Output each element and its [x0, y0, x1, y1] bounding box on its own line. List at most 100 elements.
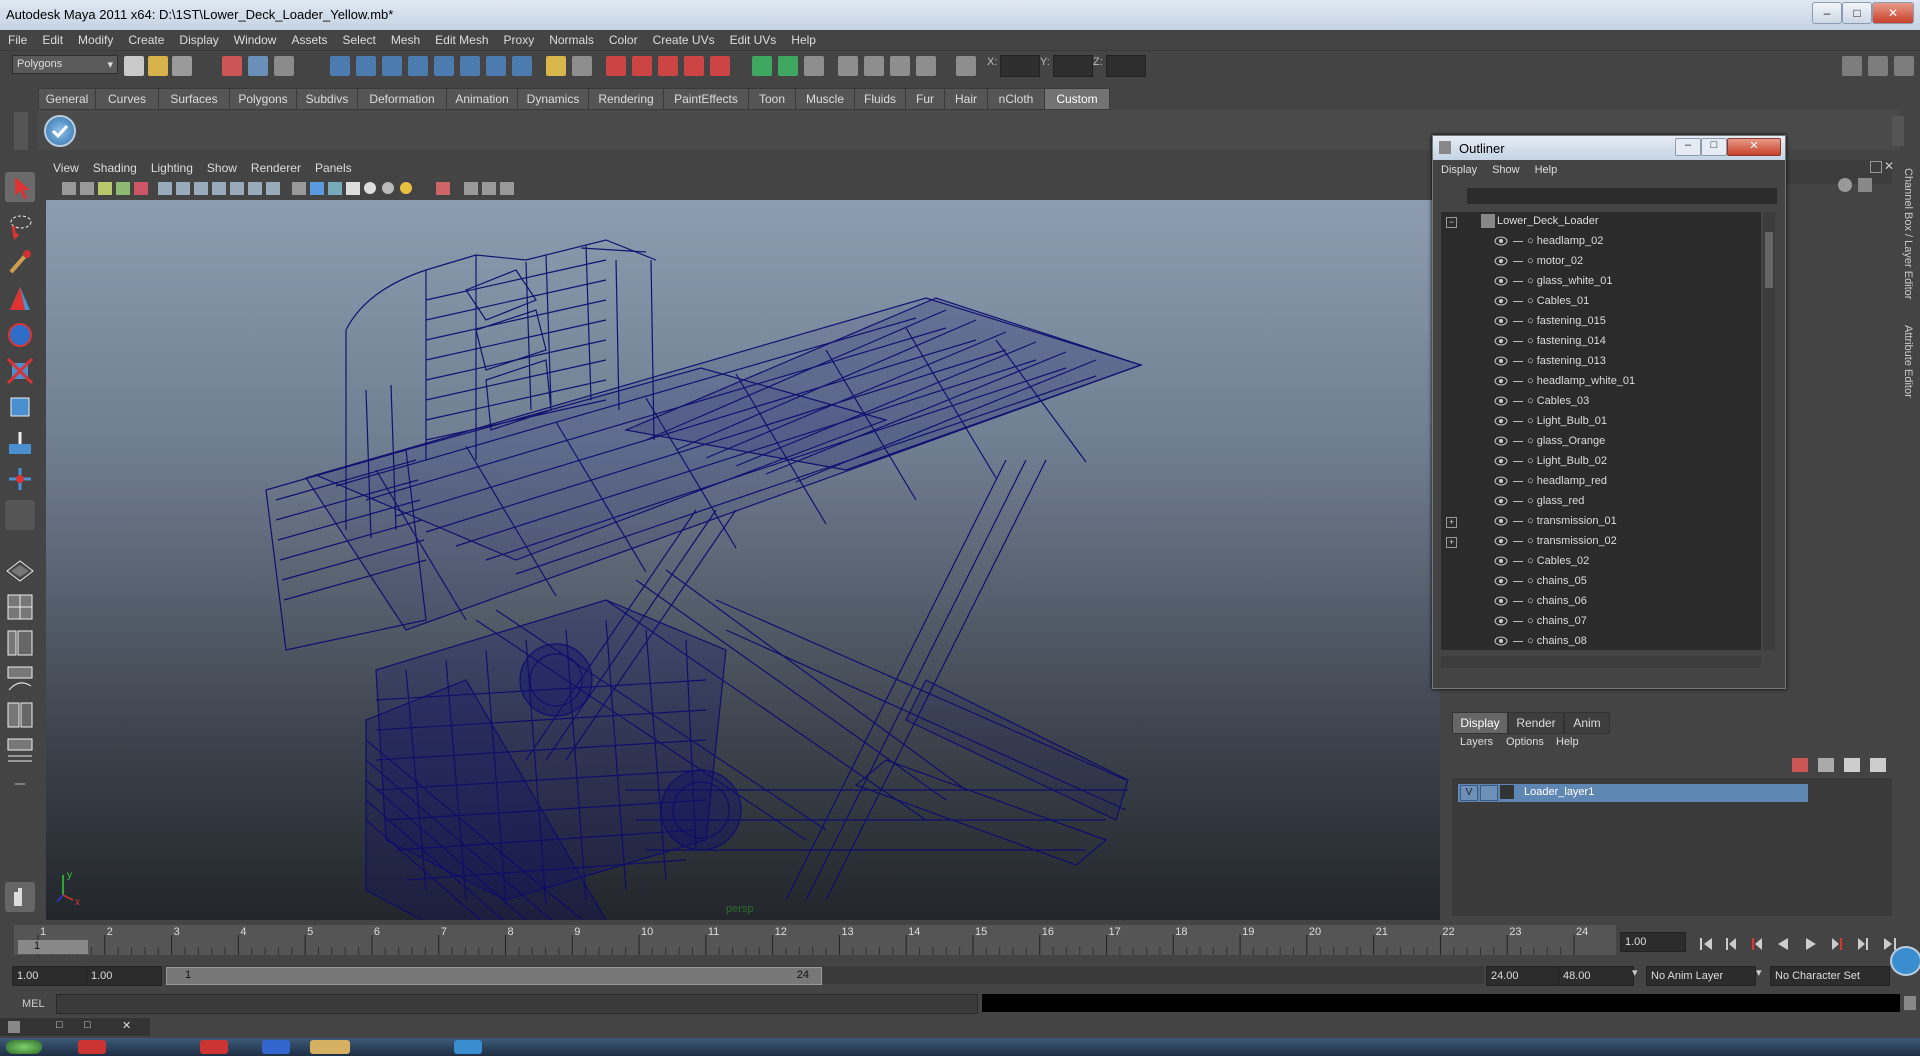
lasso-tool-icon[interactable] [5, 210, 35, 241]
pick-dynamics-icon[interactable] [460, 56, 480, 76]
snap-view-plane-icon[interactable] [684, 56, 704, 76]
tool-settings-toggle-icon[interactable] [1868, 56, 1888, 76]
outliner-item[interactable]: ○ chains_08 [1441, 632, 1761, 650]
new-scene-icon[interactable] [124, 56, 144, 76]
input-connections-icon[interactable] [752, 56, 772, 76]
viewport-menu-shading[interactable]: Shading [86, 160, 144, 175]
layer-tab-render[interactable]: Render [1508, 712, 1564, 734]
outliner-menu-help[interactable]: Help [1527, 163, 1565, 176]
construction-history-icon[interactable] [804, 56, 824, 76]
select-component-icon[interactable] [274, 56, 294, 76]
outliner-item[interactable]: ○ Light_Bulb_02 [1441, 452, 1761, 472]
layer-tab-anim[interactable]: Anim [1564, 712, 1610, 734]
outliner-item[interactable]: ○ Cables_01 [1441, 292, 1761, 312]
viewport-menu-view[interactable]: View [46, 160, 86, 175]
menu-window[interactable]: Window [226, 30, 284, 47]
pick-joints-icon[interactable] [356, 56, 376, 76]
move-layer-down-icon[interactable] [1818, 758, 1834, 772]
channel-box-sphere-icon[interactable] [1838, 178, 1852, 192]
layer-menu-help[interactable]: Help [1556, 736, 1579, 748]
ipr-render-icon[interactable] [864, 56, 884, 76]
taskbar-photoshop-icon[interactable] [262, 1040, 290, 1054]
select-tool-icon[interactable] [5, 172, 35, 202]
menu-display[interactable]: Display [171, 30, 225, 47]
pick-rendering-icon[interactable] [486, 56, 506, 76]
outliner-item[interactable]: ○ chains_06 [1441, 592, 1761, 612]
open-scene-icon[interactable] [148, 56, 168, 76]
shelf-tab-ncloth[interactable]: nCloth [987, 88, 1045, 110]
taskbar-explorer-icon[interactable] [310, 1040, 350, 1054]
maximize-button[interactable]: □ [1842, 2, 1872, 24]
layer-type-toggle[interactable] [1480, 785, 1498, 801]
menu-color[interactable]: Color [601, 30, 645, 47]
shelf-tab-toon[interactable]: Toon [748, 88, 796, 110]
menu-mesh[interactable]: Mesh [383, 30, 427, 47]
menu-normals[interactable]: Normals [541, 30, 601, 47]
render-settings-icon[interactable] [890, 56, 910, 76]
save-scene-icon[interactable] [172, 56, 192, 76]
outliner-item[interactable]: + ○ transmission_01 [1441, 512, 1761, 532]
select-object-icon[interactable] [248, 56, 268, 76]
new-layer-icon[interactable] [1844, 758, 1860, 772]
shelf-tab-polygons[interactable]: Polygons [229, 88, 297, 110]
menu-edit[interactable]: Edit [34, 30, 70, 47]
menu-file[interactable]: File [0, 30, 34, 47]
layer-tab-display[interactable]: Display [1452, 712, 1508, 734]
taskbar-browser-icon[interactable] [78, 1040, 106, 1054]
current-frame-marker[interactable] [18, 940, 88, 954]
outliner-item[interactable]: ○ headlamp_white_01 [1441, 372, 1761, 392]
minimize-button[interactable]: – [1812, 2, 1842, 24]
layout-four-pane-icon[interactable] [5, 592, 35, 622]
outliner-filter-field[interactable] [1467, 188, 1777, 204]
outliner-item[interactable]: ○ chains_07 [1441, 612, 1761, 632]
outliner-close-button[interactable]: ✕ [1727, 138, 1781, 156]
outliner-item[interactable]: ○ chains_05 [1441, 572, 1761, 592]
menu-edit-mesh[interactable]: Edit Mesh [427, 30, 495, 47]
pick-misc-icon[interactable] [512, 56, 532, 76]
help-chat-icon[interactable] [1890, 946, 1920, 976]
viewport-menu-show[interactable]: Show [200, 160, 244, 175]
last-used-tool-icon[interactable] [5, 500, 35, 530]
taskbar-skype-icon[interactable] [454, 1040, 482, 1054]
expand-icon[interactable]: + [1446, 537, 1457, 548]
expand-icon[interactable]: + [1446, 517, 1457, 528]
shelf-tab-animation[interactable]: Animation [446, 88, 518, 110]
layout-outliner-persp-icon[interactable] [5, 628, 35, 658]
outliner-item[interactable]: ○ headlamp_02 [1441, 232, 1761, 252]
collapse-icon[interactable]: − [1446, 217, 1457, 228]
script-editor-icon[interactable] [1904, 996, 1916, 1010]
render-frame-icon[interactable] [838, 56, 858, 76]
shelf-tab-hair[interactable]: Hair [944, 88, 988, 110]
perspective-viewport[interactable]: persp y x [46, 200, 1440, 920]
outliner-menu-show[interactable]: Show [1484, 163, 1527, 176]
outliner-item[interactable]: ○ Light_Bulb_01 [1441, 412, 1761, 432]
scale-tool-icon[interactable] [5, 356, 35, 386]
outliner-item[interactable]: ○ fastening_015 [1441, 312, 1761, 332]
snap-grid-icon[interactable] [606, 56, 626, 76]
attribute-editor-toggle-icon[interactable] [1842, 56, 1862, 76]
layout-persp-trax-icon[interactable] [5, 736, 35, 766]
universal-manipulator-icon[interactable] [5, 392, 35, 422]
menu-create[interactable]: Create [120, 30, 171, 47]
command-language-label[interactable]: MEL [22, 998, 45, 1010]
layer-color-swatch[interactable] [1500, 785, 1514, 799]
shelf-tab-custom[interactable]: Custom [1044, 88, 1110, 110]
outliner-item[interactable]: ○ fastening_013 [1441, 352, 1761, 372]
select-hierarchy-icon[interactable] [222, 56, 242, 76]
range-slider-handle[interactable]: 1 24 [166, 967, 822, 985]
move-tool-icon[interactable] [5, 284, 35, 314]
pick-deformations-icon[interactable] [434, 56, 454, 76]
z-field[interactable] [1106, 55, 1146, 77]
paint-select-tool-icon[interactable] [5, 248, 35, 278]
mode-dropdown[interactable]: Polygons ▾ [12, 55, 118, 74]
pick-mask-icon[interactable] [330, 56, 350, 76]
outliner-item[interactable]: ○ motor_02 [1441, 252, 1761, 272]
outliner-item[interactable]: ○ glass_red [1441, 492, 1761, 512]
shelf-tab-painteffects[interactable]: PaintEffects [663, 88, 749, 110]
layer-visibility-toggle[interactable]: V [1460, 785, 1478, 801]
numeric-input-icon[interactable] [956, 56, 976, 76]
shelf-tab-fluids[interactable]: Fluids [854, 88, 906, 110]
channel-box-pen-icon[interactable] [1858, 178, 1872, 192]
side-tab-attribute-editor[interactable]: Attribute Editor [1902, 325, 1914, 398]
shelf-tab-subdivs[interactable]: Subdivs [296, 88, 358, 110]
